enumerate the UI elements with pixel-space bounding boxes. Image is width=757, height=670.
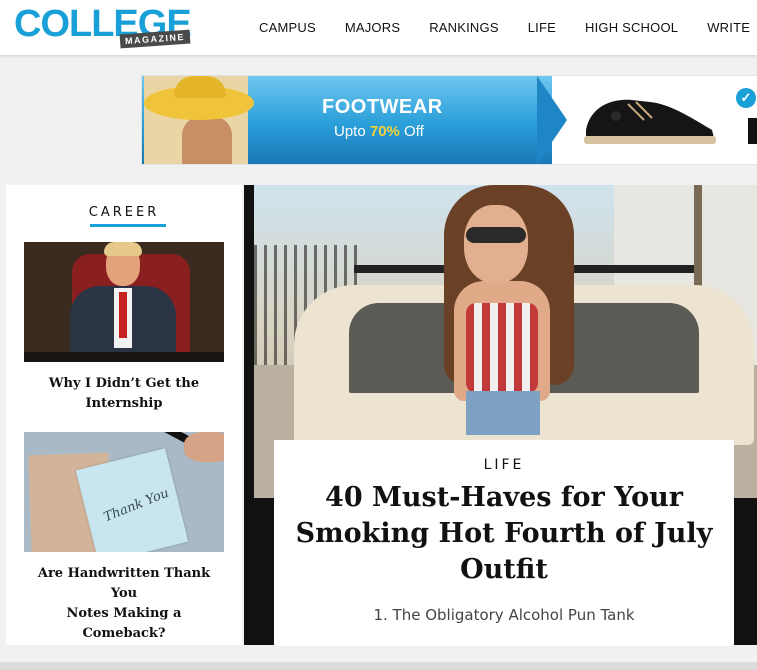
article-title-thank-you[interactable]: Are Handwritten Thank You Notes Making a…: [24, 564, 224, 644]
ad-subtitle: Upto 70% Off: [334, 123, 424, 140]
thumb-hair: [104, 242, 142, 256]
article-title-internship[interactable]: Why I Didn’t Get the Internship: [24, 374, 224, 414]
thumb-hand: [184, 432, 224, 462]
article-thumbnail-internship[interactable]: [24, 242, 224, 362]
main-nav: CAMPUS MAJORS RANKINGS LIFE HIGH SCHOOL …: [259, 20, 750, 35]
photo-face: [464, 205, 528, 283]
article-thumbnail-thank-you[interactable]: Thank You: [24, 432, 224, 552]
title-line: Internship: [85, 396, 163, 411]
title-line: 40 Must-Haves for Your: [325, 482, 683, 513]
ad-title: FOOTWEAR: [322, 96, 443, 118]
title-line: Are Handwritten Thank You: [37, 566, 211, 601]
ad-sub-suffix: Off: [399, 123, 424, 140]
site-header: COLLEGE MAGAZINE CAMPUS MAJORS RANKINGS …: [0, 0, 757, 55]
featured-title[interactable]: 40 Must-Haves for Your Smoking Hot Fourt…: [294, 480, 714, 588]
title-line: Smoking Hot Fourth of July: [295, 518, 713, 549]
nav-rankings[interactable]: RANKINGS: [429, 20, 499, 35]
bottom-divider: [0, 662, 757, 670]
title-line: Notes Making a Comeback?: [66, 606, 182, 641]
ad-choices-icon[interactable]: ✓: [736, 88, 756, 108]
featured-excerpt: 1. The Obligatory Alcohol Pun Tank: [373, 606, 635, 624]
nav-campus[interactable]: CAMPUS: [259, 20, 316, 35]
shoe-image: [584, 99, 716, 144]
photo-sunglasses: [466, 227, 526, 243]
nav-majors[interactable]: MAJORS: [345, 20, 400, 35]
thumb-tie: [119, 292, 127, 338]
title-line: Why I Didn’t Get the: [48, 376, 200, 391]
career-sidebar: CAREER Why I Didn’t Get the Internship T…: [6, 185, 242, 645]
featured-category[interactable]: LIFE: [274, 457, 734, 473]
nav-write[interactable]: WRITE: [707, 20, 750, 35]
nav-life[interactable]: LIFE: [528, 20, 556, 35]
title-line: Outfit: [460, 554, 548, 585]
ad-banner[interactable]: FOOTWEAR Upto 70% Off ✓: [141, 75, 757, 165]
ad-arrow-shape: [537, 76, 567, 164]
photo-flag-top: [466, 303, 538, 393]
thumb-desk: [24, 352, 224, 362]
section-underline: [90, 224, 166, 227]
ad-hat-crown: [174, 76, 226, 98]
ad-discount: 70%: [369, 123, 400, 140]
ad-sub-prefix: Upto: [334, 123, 370, 140]
ad-close-edge: [748, 118, 757, 144]
ad-image-hat: [144, 76, 254, 164]
ad-face: [182, 116, 232, 164]
section-label-career[interactable]: CAREER: [6, 205, 242, 220]
nav-high-school[interactable]: HIGH SCHOOL: [585, 20, 678, 35]
photo-shorts: [466, 391, 540, 435]
featured-article-card[interactable]: LIFE 40 Must-Haves for Your Smoking Hot …: [274, 440, 734, 646]
site-logo[interactable]: COLLEGE MAGAZINE: [14, 4, 194, 50]
